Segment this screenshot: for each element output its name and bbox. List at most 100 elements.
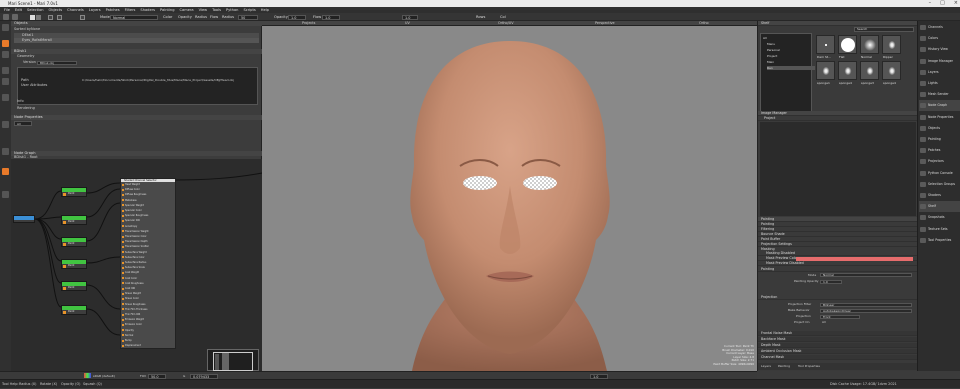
shader-input-port[interactable] (122, 277, 124, 280)
node-tool-icon[interactable] (2, 168, 9, 175)
mask-row[interactable]: Depth Mask (758, 343, 918, 348)
image-manager-project[interactable]: Project (758, 116, 918, 121)
shader-input-port[interactable] (122, 297, 124, 300)
tray-item[interactable]: Node Properties (919, 112, 960, 123)
shelf-brush-item[interactable] (860, 35, 879, 54)
paint-node-port[interactable] (63, 193, 66, 196)
tab-painting[interactable]: Painting (778, 364, 790, 369)
shelf-brush-item[interactable] (816, 61, 835, 80)
tray-item[interactable]: Node Graph (919, 100, 960, 112)
paint-node-port[interactable] (63, 311, 66, 314)
color-swatch-fg[interactable] (30, 14, 35, 20)
tab-layers[interactable]: Layers (761, 364, 771, 369)
shader-input-port[interactable] (122, 214, 124, 217)
smear-tool-icon[interactable] (2, 51, 9, 58)
projection-filter-select[interactable]: Bilinear (820, 303, 912, 307)
tab-tool-properties[interactable]: Tool Properties (798, 364, 820, 369)
painting-section[interactable]: Painting (758, 267, 918, 272)
paint-node-port[interactable] (63, 287, 66, 290)
tray-item[interactable]: Projectors (919, 156, 960, 167)
gamma-field[interactable]: 0.079433 (190, 373, 218, 379)
shelf-brush-item[interactable] (838, 35, 857, 54)
exposure-field[interactable]: 1.0 (590, 373, 608, 379)
flow-field[interactable]: 1.0 (322, 14, 340, 20)
tray-item[interactable]: Image Manager (919, 56, 960, 67)
transform-tool-icon[interactable] (2, 121, 9, 128)
shader-input-port[interactable] (122, 209, 124, 212)
shelf-search[interactable]: Search (854, 27, 914, 32)
shelf-brush-item[interactable] (838, 61, 857, 80)
mask-row[interactable]: Frontal Noise Mask (758, 331, 918, 336)
tray-item[interactable]: Texture Sets (919, 224, 960, 235)
fov-field[interactable]: 50.0 (148, 373, 166, 379)
bake-behavior-select[interactable]: AutobakeAndClear (820, 309, 912, 313)
shader-input-port[interactable] (122, 287, 124, 290)
shader-input-port[interactable] (122, 339, 124, 342)
shader-input-port[interactable] (122, 183, 124, 186)
shelf-brush-item[interactable] (816, 35, 835, 54)
shader-input-port[interactable] (122, 308, 124, 311)
size-field[interactable]: 1.0 (402, 14, 418, 20)
clone-tool-icon[interactable] (2, 67, 9, 74)
opacity-field[interactable]: 1.0 (288, 14, 306, 20)
mask-row[interactable]: Backface Mask (758, 337, 918, 342)
shader-input-port[interactable] (122, 344, 124, 347)
tray-item[interactable]: Selection Groups (919, 179, 960, 190)
camera-tool-icon[interactable] (2, 191, 9, 198)
shader-input-port[interactable] (122, 230, 124, 233)
maximize-icon[interactable]: □ (940, 0, 945, 7)
shelf-tree-item[interactable]: Project (767, 54, 777, 58)
node-graph-canvas[interactable]: Paint Paint Paint Paint Paint Paint Shaded Ch… (11, 159, 262, 371)
lazy-mouse-icon[interactable] (57, 14, 62, 20)
shader-input-port[interactable] (122, 204, 124, 207)
3d-viewport[interactable]: Projects UV Ortho/UV Perspective Ortho C… (262, 21, 757, 371)
tray-item[interactable]: Python Console (919, 168, 960, 179)
object-row[interactable]: Eyes_RofatMerall (14, 38, 259, 43)
shader-input-port[interactable] (122, 318, 124, 321)
color-swatch-bg[interactable] (36, 14, 41, 20)
tray-item[interactable]: Mesh Sender (919, 89, 960, 100)
paint-node[interactable]: Paint (61, 187, 87, 197)
tray-item[interactable]: Painting (919, 134, 960, 145)
close-icon[interactable]: × (954, 0, 958, 7)
shader-input-port[interactable] (122, 303, 124, 306)
radius-field[interactable]: 50 (238, 14, 258, 20)
shader-input-port[interactable] (122, 256, 124, 259)
shader-input-port[interactable] (122, 219, 124, 222)
root-node[interactable] (13, 215, 35, 223)
shader-input-port[interactable] (122, 292, 124, 295)
shader-input-port[interactable] (122, 188, 124, 191)
mask-row[interactable]: Channel Mask (758, 355, 918, 360)
tray-item[interactable]: Tool Properties (919, 235, 960, 246)
paint-node[interactable]: Paint (61, 281, 87, 291)
shader-input-port[interactable] (122, 199, 124, 202)
sort-value[interactable]: None (31, 27, 40, 32)
shelf-tree-item[interactable]: Personal (767, 48, 780, 52)
project-on-value[interactable]: All (822, 320, 826, 325)
shelf-brush-item[interactable] (882, 35, 901, 54)
shelf-brush-item[interactable] (882, 61, 901, 80)
projection-select[interactable]: Front (820, 315, 860, 319)
paint-node[interactable]: Paint (61, 237, 87, 247)
shader-input-port[interactable] (122, 282, 124, 285)
tray-item[interactable]: Objects (919, 123, 960, 134)
node-graph-minimap[interactable] (207, 349, 259, 371)
shelf-brush-item[interactable] (860, 61, 879, 80)
paint-opacity-field[interactable]: 1.0 (820, 280, 842, 284)
tray-item[interactable]: Colors (919, 33, 960, 44)
shader-input-port[interactable] (122, 245, 124, 248)
node-properties-filter[interactable]: All (14, 121, 32, 126)
brush-icon[interactable] (3, 14, 9, 20)
minimize-icon[interactable]: – (929, 0, 932, 7)
shader-input-port[interactable] (122, 240, 124, 243)
tray-item[interactable]: Channels (919, 22, 960, 33)
shader-input-port[interactable] (122, 261, 124, 264)
rendering-section[interactable]: Rendering (17, 106, 35, 111)
shader-node[interactable]: Shaded Channel Selector Head Weight Diffu… (120, 178, 176, 349)
stencil-icon[interactable] (48, 14, 53, 20)
shader-input-port[interactable] (122, 334, 124, 337)
mask-row[interactable]: Ambient Occlusion Mask (758, 349, 918, 354)
paint-node-port[interactable] (63, 265, 66, 268)
tray-item[interactable]: Layers (919, 67, 960, 78)
image-manager-area[interactable] (760, 122, 916, 216)
